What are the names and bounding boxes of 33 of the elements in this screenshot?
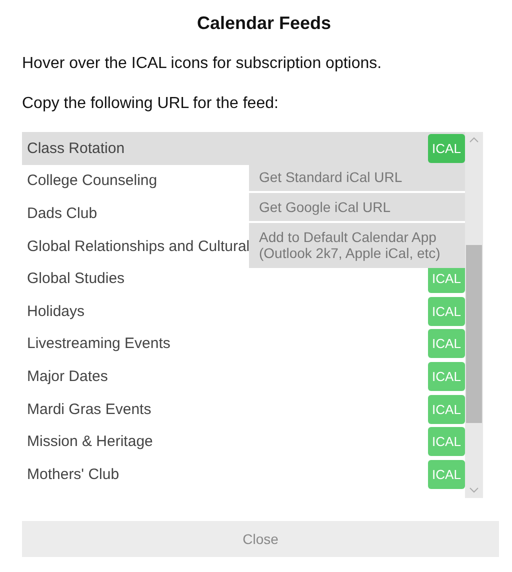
- feed-row[interactable]: Mothers' Club ICAL: [22, 458, 465, 491]
- feed-name: Major Dates: [26, 368, 108, 385]
- feed-row[interactable]: Mardi Gras Events ICAL: [22, 392, 465, 426]
- feed-name: Mission & Heritage: [26, 433, 153, 450]
- feed-name: Mothers' Club: [26, 466, 120, 483]
- menu-item[interactable]: Get Standard iCal URL: [249, 163, 465, 191]
- menu-item[interactable]: Get Google iCal URL: [249, 193, 465, 221]
- scrollbar[interactable]: [465, 132, 483, 498]
- feed-row[interactable]: Livestreaming Events ICAL: [22, 328, 465, 360]
- feed-name: Livestreaming Events: [26, 335, 170, 352]
- dialog-title: Calendar Feeds: [196, 12, 332, 35]
- ical-button[interactable]: ICAL: [428, 460, 465, 489]
- feed-name: Mardi Gras Events: [26, 400, 152, 418]
- feed-row[interactable]: Major Dates ICAL: [22, 360, 465, 393]
- instruction-text: Copy the following URL for the feed:: [22, 94, 280, 114]
- feed-row[interactable]: Class Rotation ICAL: [22, 132, 465, 165]
- ical-button[interactable]: ICAL: [428, 329, 465, 358]
- scrollbar-thumb[interactable]: [466, 245, 482, 423]
- close-button[interactable]: Close: [22, 521, 499, 557]
- scroll-down-icon[interactable]: [469, 487, 479, 493]
- feed-row[interactable]: Mission & Heritage ICAL: [22, 425, 465, 458]
- ical-button[interactable]: ICAL: [428, 427, 465, 456]
- instruction-text: Hover over the ICAL icons for subscription options.: [22, 54, 383, 74]
- menu-item[interactable]: Add to Default Calendar App (Outlook 2k7, Apple iCal, etc): [249, 223, 465, 268]
- ical-button[interactable]: ICAL: [428, 296, 465, 326]
- scroll-up-icon[interactable]: [469, 137, 479, 143]
- feed-name: Class Rotation: [26, 140, 125, 157]
- ical-button[interactable]: ICAL: [428, 362, 465, 391]
- feed-name: Holidays: [26, 302, 85, 320]
- ical-button[interactable]: ICAL: [428, 134, 465, 163]
- ical-button[interactable]: ICAL: [428, 394, 465, 424]
- feed-row[interactable]: Holidays ICAL: [22, 294, 465, 328]
- feed-name: Global Studies: [26, 270, 125, 288]
